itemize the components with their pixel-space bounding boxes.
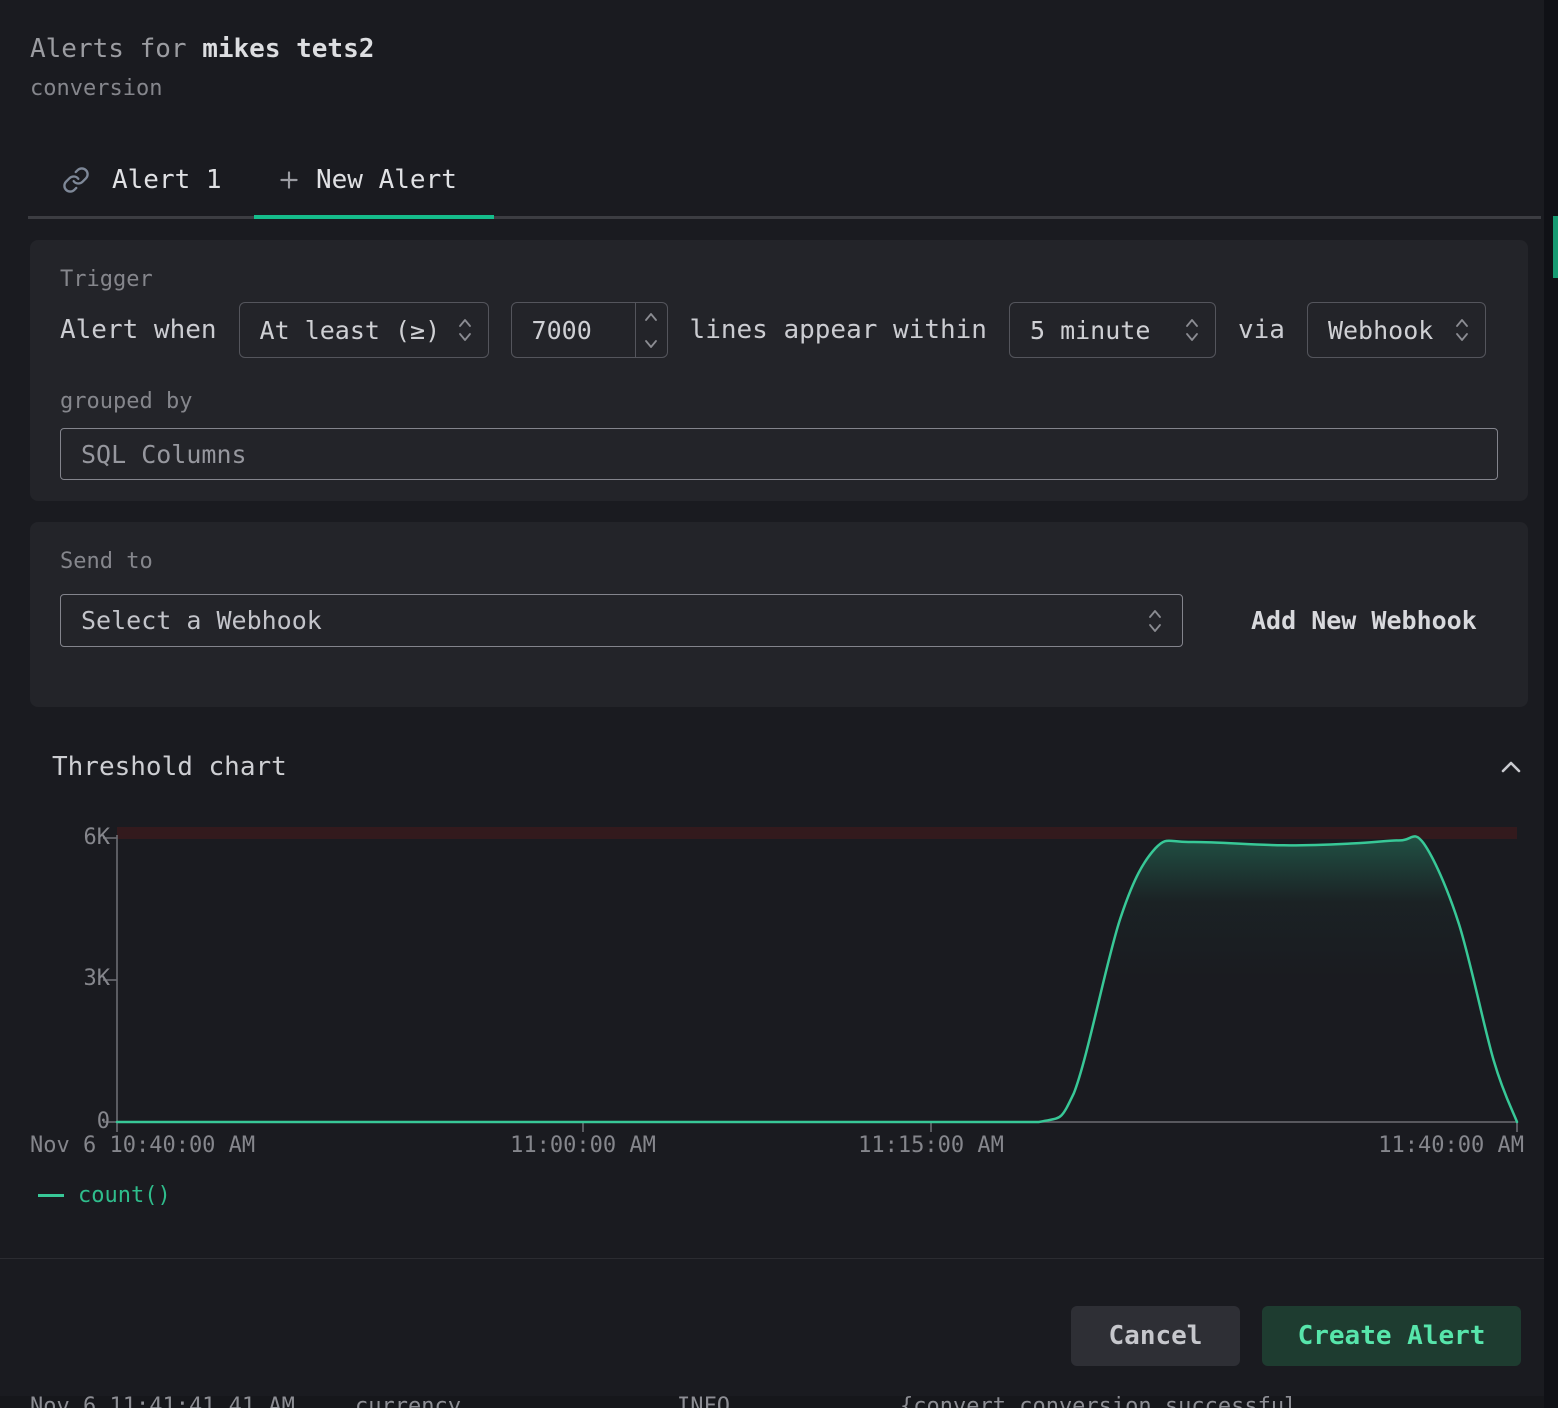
alerts-modal: Alerts for mikes tets2 conversion Alert … bbox=[0, 0, 1558, 1408]
y-tick-6k: 6K bbox=[30, 825, 110, 850]
plus-icon bbox=[276, 167, 302, 193]
trigger-section-label: Trigger bbox=[60, 268, 1498, 292]
via-label: via bbox=[1238, 315, 1285, 345]
footer-divider bbox=[0, 1258, 1558, 1259]
comparator-select[interactable]: At least (≥) bbox=[239, 302, 489, 358]
tab-new-alert[interactable]: New Alert bbox=[276, 158, 457, 202]
x-tick-start: Nov 6 10:40:00 AM bbox=[30, 1133, 255, 1158]
background-green-accent bbox=[1553, 216, 1558, 278]
window-value: 5 minute bbox=[1030, 316, 1150, 345]
legend-series-label: count() bbox=[78, 1183, 171, 1208]
log-level: INFO bbox=[677, 1396, 730, 1408]
tab-alert-1-label: Alert 1 bbox=[112, 165, 222, 195]
stepper-up-icon[interactable] bbox=[636, 303, 667, 330]
collapse-chevron-up-icon[interactable] bbox=[1498, 754, 1524, 780]
stepper-down-icon[interactable] bbox=[636, 330, 667, 357]
page-title-prefix: Alerts for bbox=[30, 34, 187, 64]
create-alert-button[interactable]: Create Alert bbox=[1262, 1306, 1521, 1366]
y-tick-0: 0 bbox=[30, 1109, 110, 1134]
trigger-panel: Trigger Alert when At least (≥) bbox=[30, 240, 1528, 501]
chart-legend: count() bbox=[38, 1183, 171, 1208]
send-to-row: Select a Webhook Add New Webhook bbox=[60, 594, 1498, 647]
log-message: {convert conversion successful bbox=[900, 1396, 1297, 1408]
webhook-select-value: Select a Webhook bbox=[81, 606, 322, 635]
tab-new-alert-label: New Alert bbox=[316, 165, 457, 195]
cancel-button[interactable]: Cancel bbox=[1071, 1306, 1240, 1366]
threshold-number-input[interactable] bbox=[511, 302, 668, 358]
send-to-panel: Send to Select a Webhook Add New Webhook bbox=[30, 522, 1528, 707]
x-tick-end: 11:40:00 AM bbox=[1378, 1133, 1524, 1158]
channel-select[interactable]: Webhook bbox=[1307, 302, 1486, 358]
log-timestamp: Nov 6 11:41:41.41 AM bbox=[30, 1396, 295, 1408]
comparator-value: At least (≥) bbox=[260, 316, 441, 345]
send-to-label: Send to bbox=[60, 550, 1498, 574]
grouped-by-input[interactable] bbox=[60, 428, 1498, 480]
x-tick-1100: 11:00:00 AM bbox=[510, 1133, 656, 1158]
threshold-value-field[interactable] bbox=[512, 303, 635, 357]
add-new-webhook-button[interactable]: Add New Webhook bbox=[1245, 605, 1483, 636]
window-select[interactable]: 5 minute bbox=[1009, 302, 1216, 358]
number-steppers bbox=[635, 303, 667, 357]
threshold-chart-header: Threshold chart bbox=[52, 752, 1524, 782]
y-tick-3k: 3K bbox=[30, 966, 110, 991]
page-title: Alerts for mikes tets2 bbox=[30, 34, 374, 64]
select-chevrons-icon bbox=[1146, 606, 1164, 636]
select-chevrons-icon bbox=[1453, 315, 1471, 345]
active-tab-underline bbox=[254, 215, 494, 219]
legend-line-swatch bbox=[38, 1194, 64, 1197]
background-right-sliver bbox=[1544, 0, 1558, 1408]
link-icon bbox=[62, 166, 90, 194]
threshold-chart-title: Threshold chart bbox=[52, 752, 287, 782]
select-chevrons-icon bbox=[1183, 315, 1201, 345]
alert-when-label: Alert when bbox=[60, 315, 217, 345]
count-series-fill bbox=[117, 836, 1517, 1122]
threshold-chart bbox=[0, 818, 1558, 1138]
lines-appear-label: lines appear within bbox=[690, 315, 987, 345]
grouped-by-label: grouped by bbox=[60, 390, 1498, 414]
x-tick-1115: 11:15:00 AM bbox=[858, 1133, 1004, 1158]
dataset-subtitle: conversion bbox=[30, 76, 162, 101]
channel-value: Webhook bbox=[1328, 316, 1433, 345]
trigger-row: Alert when At least (≥) bbox=[60, 302, 1498, 358]
threshold-exceed-band bbox=[117, 827, 1517, 839]
tab-alert-1[interactable]: Alert 1 bbox=[62, 158, 222, 202]
webhook-select[interactable]: Select a Webhook bbox=[60, 594, 1183, 647]
select-chevrons-icon bbox=[456, 315, 474, 345]
background-log-row: Nov 6 11:41:41.41 AM currency INFO {conv… bbox=[0, 1396, 1558, 1408]
log-field: currency bbox=[355, 1396, 461, 1408]
dataset-name: mikes tets2 bbox=[202, 34, 374, 64]
